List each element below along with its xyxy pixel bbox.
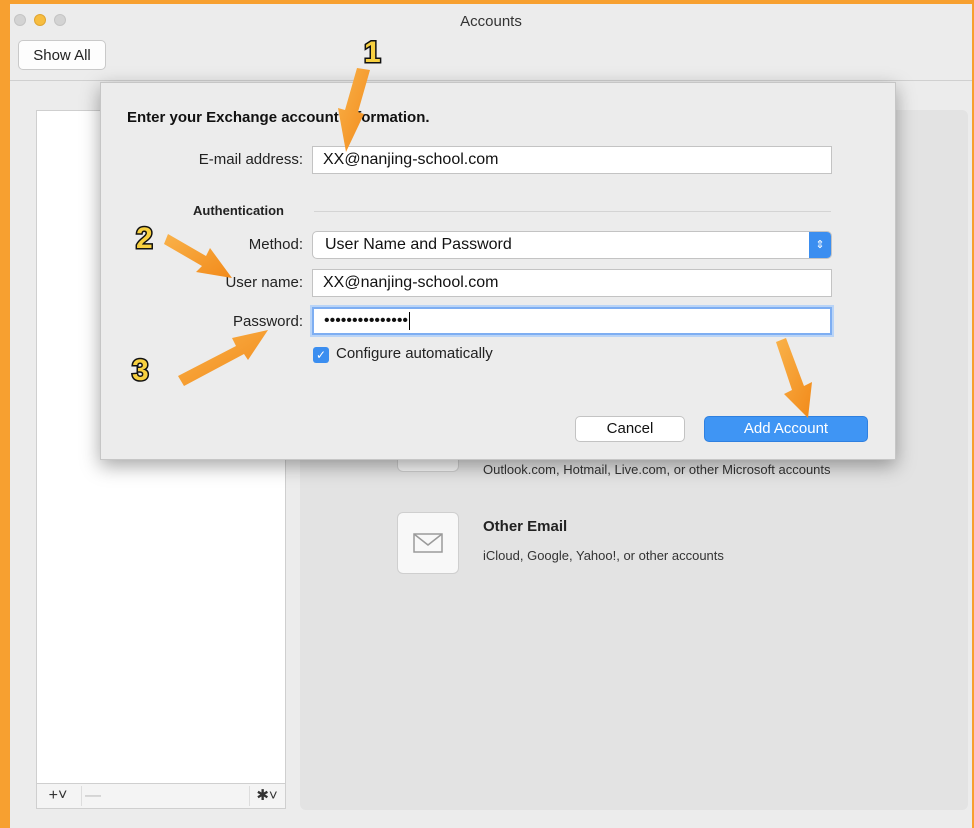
exchange-account-sheet: Enter your Exchange account information.… (100, 82, 896, 460)
envelope-icon-graphic (413, 533, 443, 553)
authentication-heading: Authentication (193, 203, 284, 218)
toolbar-divider (10, 80, 972, 81)
window-title: Accounts (460, 13, 522, 30)
authentication-divider (314, 211, 831, 212)
password-field[interactable]: ••••••••••••••• (312, 307, 832, 335)
email-label: E-mail address: (198, 151, 303, 168)
chevron-up-down-icon: ⇕ (809, 232, 831, 258)
username-field[interactable]: XX@nanjing-school.com (312, 269, 832, 297)
username-label: User name: (225, 274, 303, 291)
add-account-menu-button[interactable]: +˅ (39, 786, 77, 806)
text-cursor (409, 311, 411, 330)
method-value: User Name and Password (325, 236, 512, 253)
remove-account-button[interactable]: — (81, 786, 104, 806)
method-label: Method: (248, 236, 303, 253)
sheet-heading: Enter your Exchange account information. (127, 109, 430, 126)
show-all-button[interactable]: Show All (18, 40, 106, 70)
password-label: Password: (232, 313, 303, 330)
accounts-list-toolbar: +˅ — ✱˅ (36, 783, 286, 809)
gear-icon[interactable]: ✱˅ (249, 786, 284, 806)
password-value: ••••••••••••••• (324, 312, 409, 329)
configure-automatically-checkbox[interactable]: ✓ (313, 347, 329, 363)
envelope-icon[interactable] (397, 512, 459, 574)
title-bar: Accounts (10, 4, 972, 40)
cancel-button[interactable]: Cancel (575, 416, 685, 442)
add-account-button[interactable]: Add Account (704, 416, 868, 442)
email-field[interactable]: XX@nanjing-school.com (312, 146, 832, 174)
configure-automatically-label[interactable]: Configure automatically (336, 345, 493, 362)
other-email-title[interactable]: Other Email (483, 518, 567, 535)
method-select[interactable]: User Name and Password ⇕ (312, 231, 832, 259)
microsoft-service-description: Outlook.com, Hotmail, Live.com, or other… (483, 462, 831, 477)
other-email-description: iCloud, Google, Yahoo!, or other account… (483, 548, 724, 563)
